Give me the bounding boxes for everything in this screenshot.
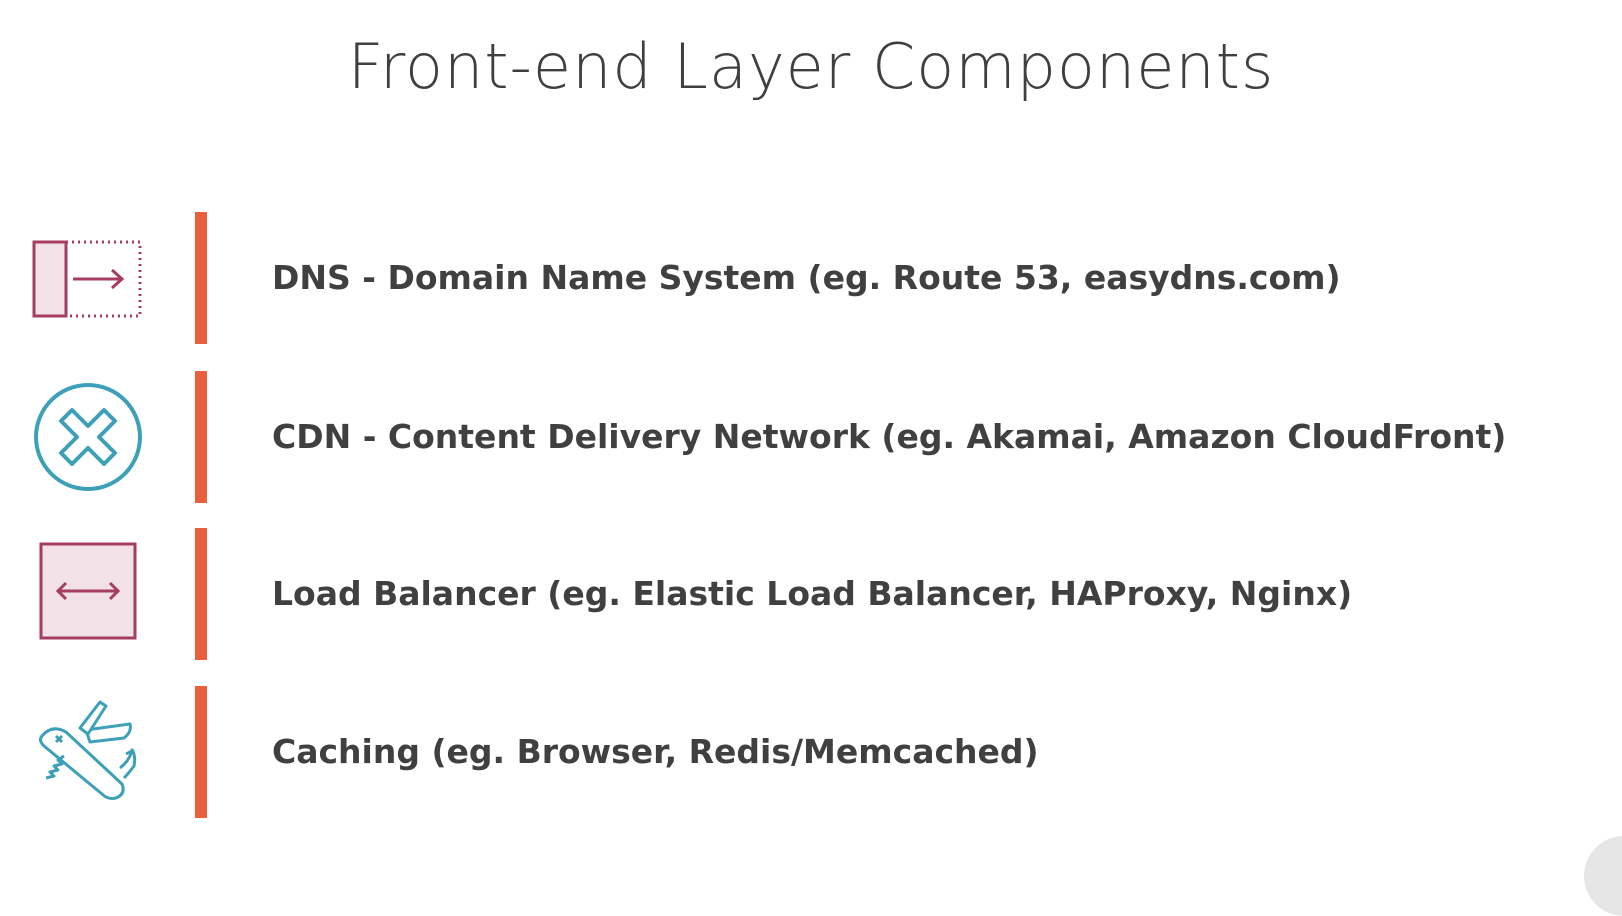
row-divider xyxy=(195,528,207,660)
swiss-army-knife-icon xyxy=(30,694,146,810)
component-row-caching: Caching (eg. Browser, Redis/Memcached) xyxy=(0,686,1622,818)
row-divider xyxy=(195,686,207,818)
row-divider xyxy=(195,371,207,503)
row-divider xyxy=(195,212,207,344)
component-row-dns: DNS - Domain Name System (eg. Route 53, … xyxy=(0,212,1622,344)
component-row-load-balancer: Load Balancer (eg. Elastic Load Balancer… xyxy=(0,528,1622,660)
dns-redirect-icon xyxy=(30,220,146,336)
component-label-dns: DNS - Domain Name System (eg. Route 53, … xyxy=(272,258,1341,297)
component-label-load-balancer: Load Balancer (eg. Elastic Load Balancer… xyxy=(272,574,1353,613)
load-balancer-arrows-icon xyxy=(30,536,146,652)
component-label-cdn: CDN - Content Delivery Network (eg. Akam… xyxy=(272,417,1507,456)
cdn-cross-circle-icon xyxy=(30,379,146,495)
corner-decoration xyxy=(1584,836,1622,916)
component-label-caching: Caching (eg. Browser, Redis/Memcached) xyxy=(272,732,1039,771)
component-row-cdn: CDN - Content Delivery Network (eg. Akam… xyxy=(0,371,1622,503)
slide-title: Front-end Layer Components xyxy=(347,30,1275,103)
